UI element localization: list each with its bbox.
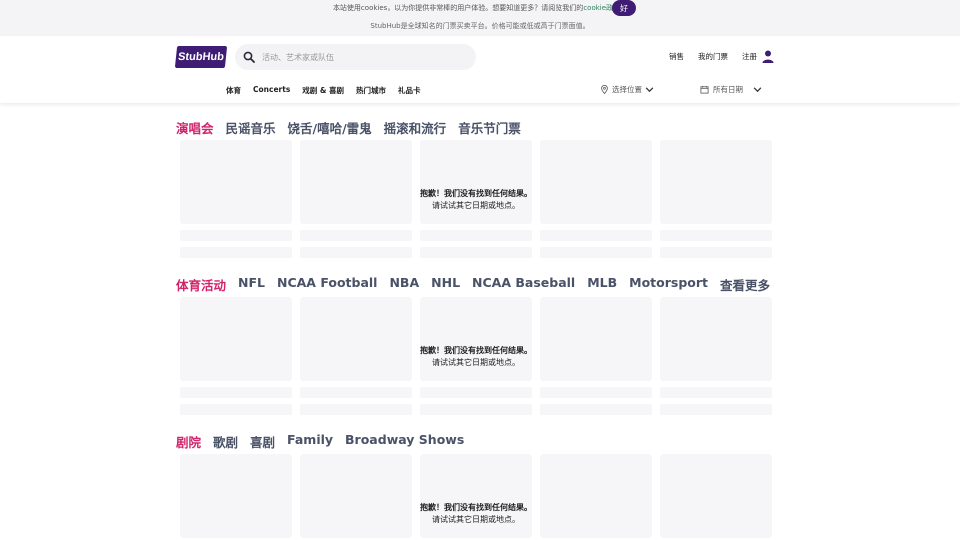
category-tab[interactable]: 饶舌/嘻哈/雷鬼 <box>288 118 372 137</box>
category-tab[interactable]: 音乐节门票 <box>458 118 521 137</box>
nav-item[interactable]: 礼品卡 <box>398 85 421 96</box>
chevron-down-icon <box>645 87 654 93</box>
category-tab[interactable]: NCAA Baseball <box>472 275 575 294</box>
event-card-grid: 抱歉！我们没有找到任何结果。 请试试其它日期或地点。 <box>180 454 772 540</box>
empty-state-message: 抱歉！我们没有找到任何结果。 请试试其它日期或地点。 <box>180 502 772 526</box>
category-tab[interactable]: Motorsport <box>629 275 708 294</box>
category-tab[interactable]: 喜剧 <box>250 432 275 451</box>
header-links: 销售 我的门票 注册 <box>669 49 775 63</box>
location-pin-icon <box>601 85 608 94</box>
category-tab[interactable]: 民谣音乐 <box>226 118 276 137</box>
cookie-accept-button[interactable]: 好 <box>612 0 636 16</box>
nav-item[interactable]: 热门城市 <box>356 85 386 96</box>
theater-section: 剧院 歌剧 喜剧 Family Broadway Shows 抱歉！我们没有找到… <box>176 432 776 538</box>
category-tabs: 剧院 歌剧 喜剧 Family Broadway Shows <box>176 432 776 451</box>
category-tab[interactable]: 歌剧 <box>213 432 238 451</box>
calendar-icon <box>700 85 709 94</box>
empty-state-title: 抱歉！我们没有找到任何结果。 <box>420 346 532 355</box>
empty-state-title: 抱歉！我们没有找到任何结果。 <box>420 189 532 198</box>
date-filter[interactable]: 所有日期 <box>700 84 762 95</box>
category-tab[interactable]: 演唱会 <box>176 118 214 137</box>
category-tabs: 体育活动 NFL NCAA Football NBA NHL NCAA Base… <box>176 275 776 294</box>
main-nav: 体育 Concerts 戏剧 & 喜剧 热门城市 礼品卡 <box>226 85 421 96</box>
empty-state-subtitle: 请试试其它日期或地点。 <box>432 358 520 367</box>
empty-state-message: 抱歉！我们没有找到任何结果。 请试试其它日期或地点。 <box>180 345 772 369</box>
category-tabs: 演唱会 民谣音乐 饶舌/嘻哈/雷鬼 摇滚和流行 音乐节门票 <box>176 118 776 137</box>
user-avatar-icon[interactable] <box>761 49 775 63</box>
empty-state-subtitle: 请试试其它日期或地点。 <box>432 201 520 210</box>
stubhub-logo[interactable]: StubHub <box>174 46 228 68</box>
category-tab[interactable]: Broadway Shows <box>345 432 464 451</box>
see-more-link[interactable]: 查看更多 <box>720 275 770 294</box>
date-filter-label: 所有日期 <box>713 85 743 94</box>
cookie-text: 本站使用cookies，以为你提供非常棒的用户体验。想要知道更多？请阅览我们的 <box>332 4 584 12</box>
nav-item[interactable]: Concerts <box>253 85 290 96</box>
event-card-grid: 抱歉！我们没有找到任何结果。 请试试其它日期或地点。 <box>180 140 772 265</box>
category-tab[interactable]: Family <box>287 432 333 451</box>
notice-banner: StubHub是全球知名的门票买卖平台。价格可能或低或高于门票面值。 <box>0 16 960 36</box>
category-tab[interactable]: NHL <box>431 275 460 294</box>
empty-state-title: 抱歉！我们没有找到任何结果。 <box>420 503 532 512</box>
location-filter[interactable]: 选择位置 <box>600 84 654 95</box>
signup-group[interactable]: 注册 <box>742 49 775 63</box>
category-tab[interactable]: NBA <box>389 275 419 294</box>
category-tab[interactable]: 剧院 <box>176 432 201 451</box>
category-tab[interactable]: 体育活动 <box>176 275 226 294</box>
sports-section: 体育活动 NFL NCAA Football NBA NHL NCAA Base… <box>176 275 776 415</box>
my-tickets-link[interactable]: 我的门票 <box>698 51 728 62</box>
category-tab[interactable]: 摇滚和流行 <box>384 118 447 137</box>
category-tab[interactable]: NCAA Football <box>277 275 377 294</box>
empty-state-subtitle: 请试试其它日期或地点。 <box>432 515 520 524</box>
search-icon <box>243 51 255 63</box>
location-filter-label: 选择位置 <box>612 85 642 94</box>
empty-state-message: 抱歉！我们没有找到任何结果。 请试试其它日期或地点。 <box>180 188 772 212</box>
sell-link[interactable]: 销售 <box>669 51 684 62</box>
category-tab[interactable]: MLB <box>587 275 617 294</box>
nav-item[interactable]: 体育 <box>226 85 241 96</box>
search-bar[interactable] <box>235 44 476 70</box>
category-tab[interactable]: NFL <box>238 275 265 294</box>
cookie-banner: 本站使用cookies，以为你提供非常棒的用户体验。想要知道更多？请阅览我们的 c… <box>0 0 960 16</box>
site-header: StubHub 销售 我的门票 注册 体育 Concerts 戏剧 & 喜剧 热… <box>0 36 960 103</box>
chevron-down-icon <box>753 87 762 93</box>
search-input[interactable] <box>262 52 462 62</box>
nav-item[interactable]: 戏剧 & 喜剧 <box>302 85 344 96</box>
signup-link[interactable]: 注册 <box>742 51 757 62</box>
notice-text: StubHub是全球知名的门票买卖平台。价格可能或低或高于门票面值。 <box>370 22 590 30</box>
concerts-section: 演唱会 民谣音乐 饶舌/嘻哈/雷鬼 摇滚和流行 音乐节门票 抱歉！我们没有找到任… <box>176 118 776 258</box>
event-card-grid: 抱歉！我们没有找到任何结果。 请试试其它日期或地点。 <box>180 297 772 422</box>
